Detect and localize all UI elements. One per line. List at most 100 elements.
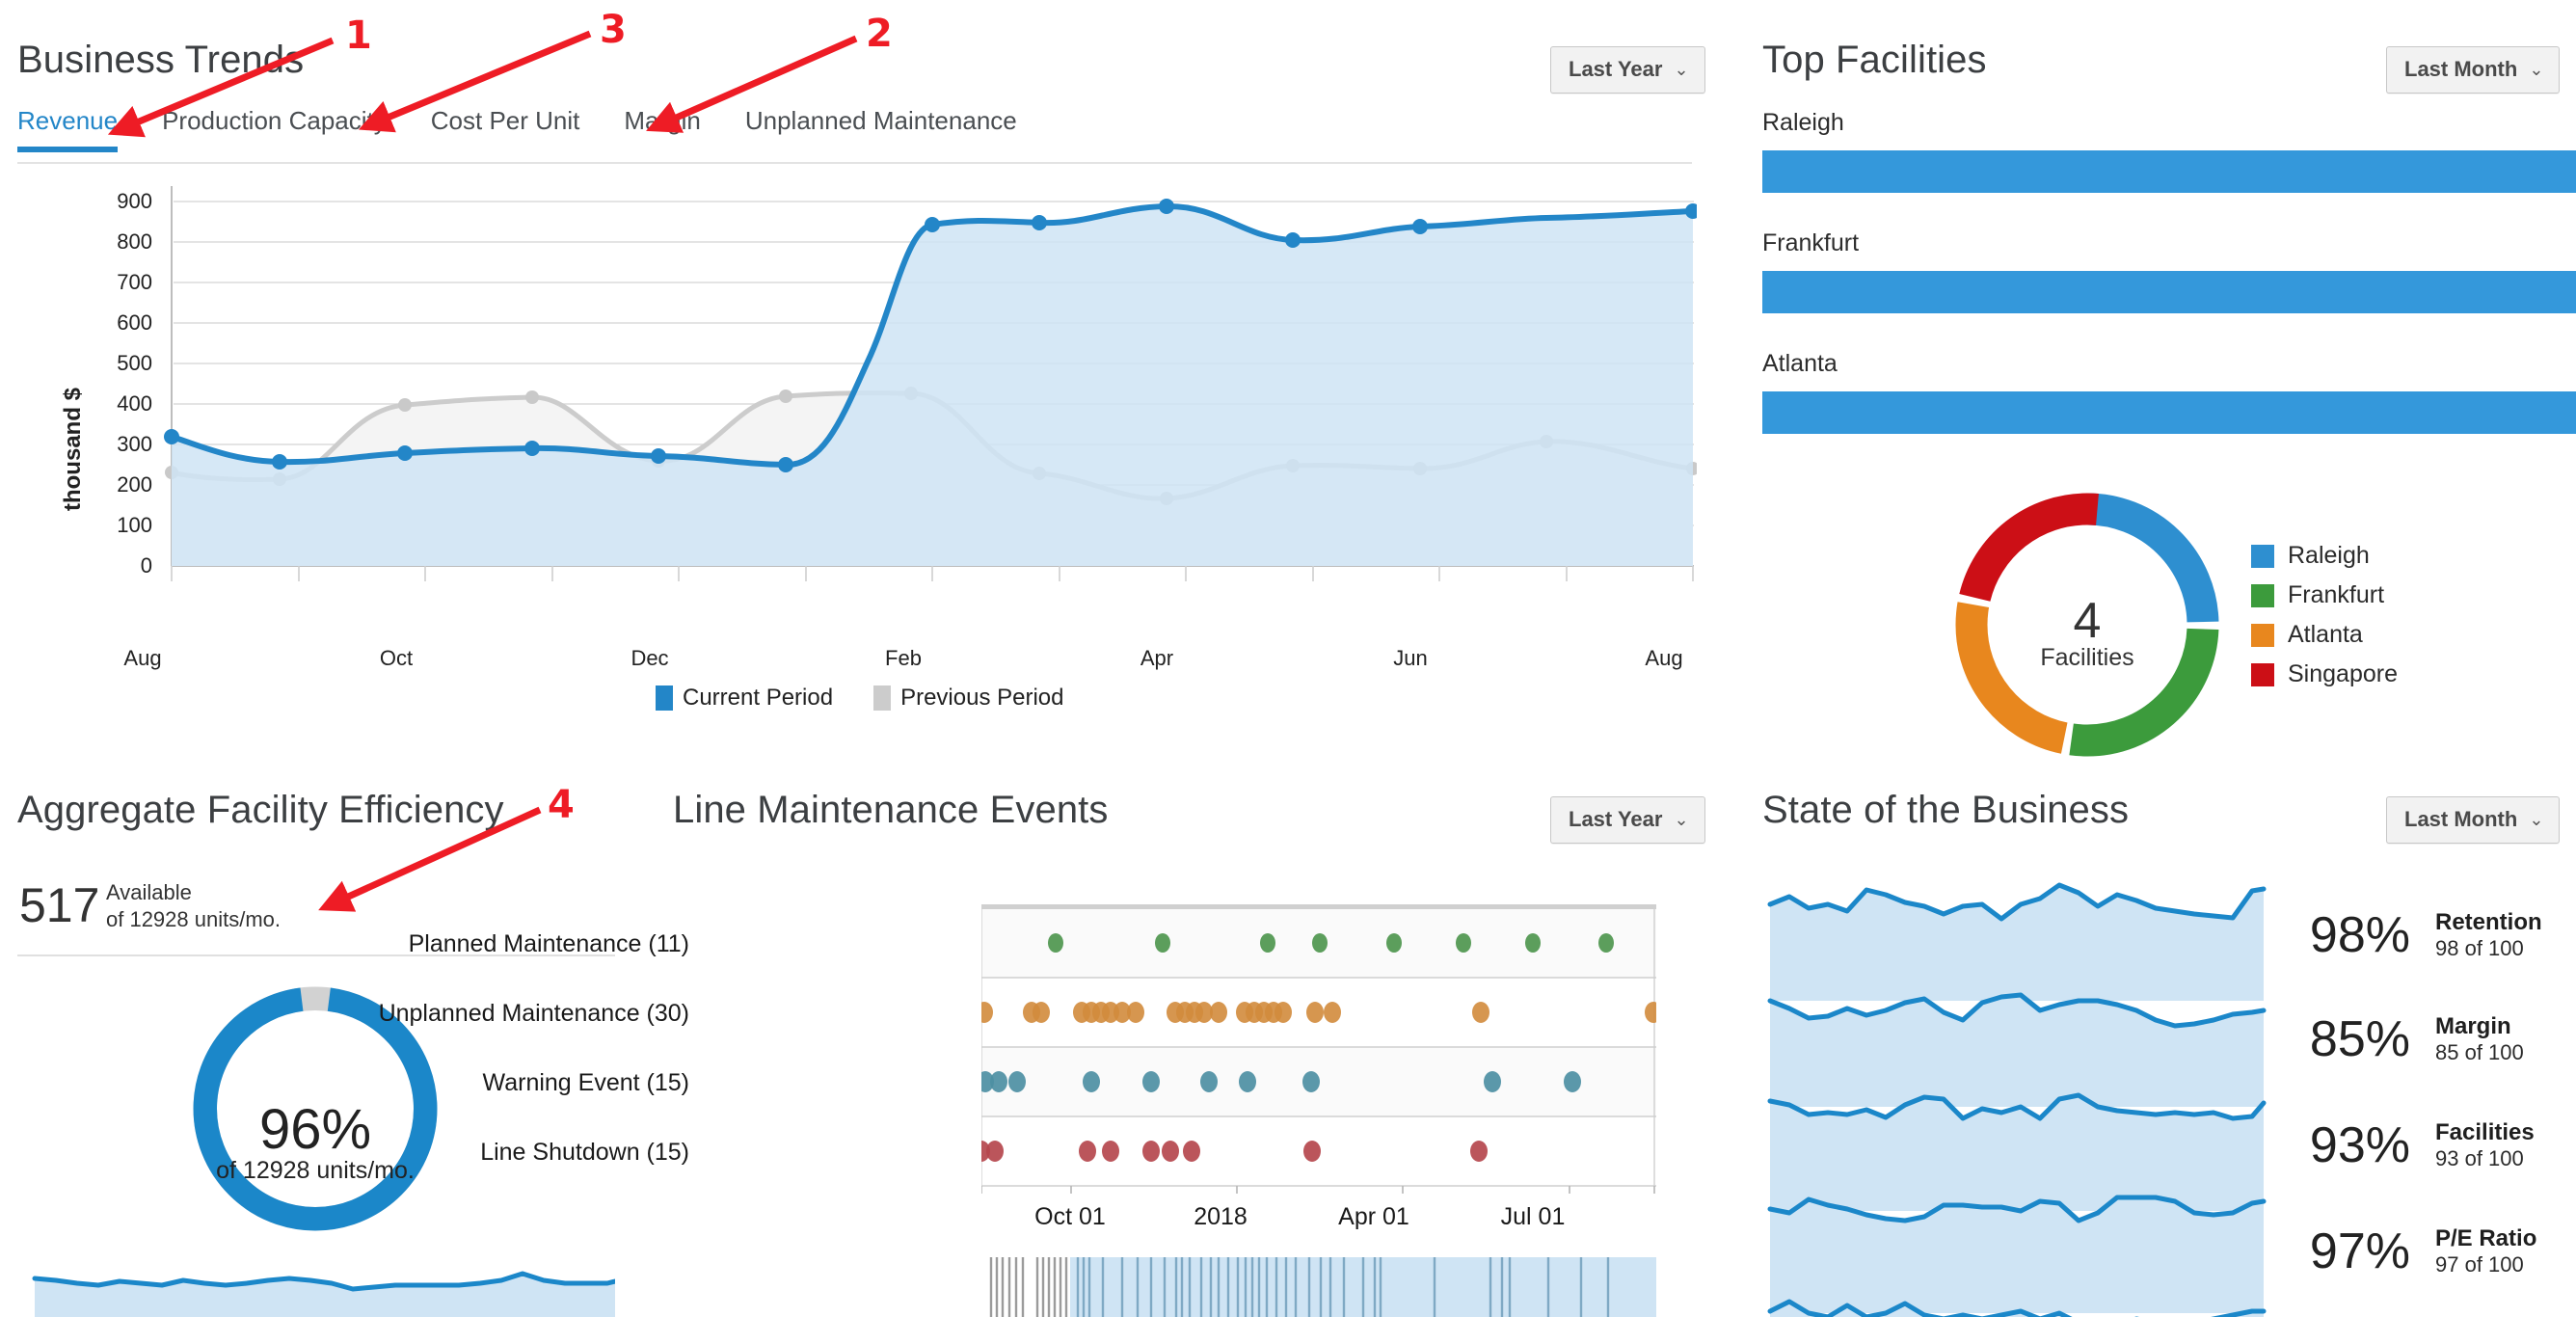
tab-unplanned-maintenance-label: Unplanned Maintenance [744, 106, 1017, 135]
donut-center-count: 4 [2073, 593, 2102, 649]
business-trends-period-dropdown[interactable]: Last Year ⌄ [1550, 46, 1705, 94]
sob-name-retention: Retention [2435, 909, 2542, 935]
sob-meta-pe-ratio: P/E Ratio 97 of 100 [2435, 1225, 2536, 1277]
x-tick-dec: Dec [631, 646, 669, 670]
efficiency-sparkline [32, 1271, 615, 1317]
y-tick-300: 300 [117, 432, 152, 456]
annotation-label-3: 3 [600, 8, 627, 52]
donut-legend-swatch-raleigh [2251, 544, 2274, 568]
aggregate-available-number: 517 [19, 878, 100, 932]
x-tick-oct: Oct [379, 646, 414, 670]
chevron-down-icon: ⌄ [2529, 60, 2544, 79]
facility-row-raleigh[interactable]: Raleigh 98% Used [1762, 109, 2576, 193]
sob-name-margin: Margin [2435, 1013, 2511, 1039]
x-tick-aug-end: Aug [1645, 646, 1683, 670]
facility-bar-fill [1762, 271, 2576, 313]
donut-legend-label-singapore: Singapore [2288, 660, 2398, 687]
sob-row-retention[interactable]: 98% Retention 98 of 100 [2266, 906, 2542, 964]
sob-pct-facilities: 93% [2309, 1117, 2410, 1173]
legend-item-previous-period[interactable]: Previous Period [873, 685, 1064, 712]
lm-x-tick-oct-01: Oct 01 [1034, 1203, 1106, 1230]
tab-cost-per-unit-label: Cost Per Unit [430, 106, 580, 135]
facility-bar-fill [1762, 150, 2576, 193]
tabs-divider [17, 162, 1692, 164]
business-trends-panel: Business Trends [17, 39, 304, 82]
sob-meta-facilities: Facilities 93 of 100 [2435, 1119, 2535, 1171]
facility-row-atlanta[interactable]: Atlanta 92% Used [1762, 350, 2576, 434]
donut-legend-label-raleigh: Raleigh [2288, 542, 2370, 569]
lm-category-planned-maintenance: Planned Maintenance (11) [408, 930, 689, 957]
sob-row-pe-ratio[interactable]: 97% P/E Ratio 97 of 100 [2266, 1223, 2536, 1280]
line-maintenance-period-label: Last Year [1569, 807, 1663, 831]
line-maintenance-panel: Line Maintenance Events [673, 789, 1108, 832]
donut-legend-item-raleigh[interactable]: Raleigh [2251, 542, 2398, 570]
dashboard-root: Business Trends Last Year ⌄ Revenue Prod… [0, 0, 2576, 1317]
y-tick-500: 500 [117, 351, 152, 375]
aggregate-available-label: Available [106, 880, 192, 904]
top-facilities-period-dropdown[interactable]: Last Month ⌄ [2386, 46, 2561, 94]
legend-label-current: Current Period [683, 685, 834, 711]
top-facilities-period-label: Last Month [2404, 57, 2518, 81]
x-tick-aug-start: Aug [123, 646, 162, 670]
facility-name: Frankfurt [1762, 229, 1860, 256]
donut-legend-swatch-frankfurt [2251, 583, 2274, 607]
sob-row-facilities[interactable]: 93% Facilities 93 of 100 [2266, 1116, 2535, 1174]
donut-legend-swatch-singapore [2251, 662, 2274, 686]
state-of-business-period-label: Last Month [2404, 807, 2518, 831]
sob-name-facilities: Facilities [2435, 1119, 2535, 1145]
x-tick-apr: Apr [1140, 646, 1174, 670]
revenue-area-chart [164, 186, 1697, 581]
state-of-business-title: State of the Business [1762, 789, 2130, 831]
facility-name: Atlanta [1762, 350, 1838, 377]
facility-header: Frankfurt 96% Used [1762, 229, 2576, 257]
tab-production-capacity[interactable]: Production Capacity [162, 106, 387, 149]
chevron-down-icon: ⌄ [1674, 60, 1689, 79]
business-trends-period-label: Last Year [1569, 57, 1663, 81]
top-facilities-title: Top Facilities [1762, 39, 1987, 81]
donut-legend-label-atlanta: Atlanta [2288, 621, 2363, 648]
facility-row-frankfurt[interactable]: Frankfurt 96% Used [1762, 229, 2576, 313]
legend-item-current-period[interactable]: Current Period [656, 685, 833, 712]
tab-revenue[interactable]: Revenue [17, 106, 119, 152]
sob-row-margin[interactable]: 85% Margin 85 of 100 [2266, 1010, 2524, 1068]
tab-margin[interactable]: Margin [624, 106, 700, 149]
facility-header: Atlanta 92% Used [1762, 350, 2576, 378]
line-maintenance-range-selector[interactable] [981, 1253, 1656, 1317]
lm-category-unplanned-maintenance: Unplanned Maintenance (30) [378, 1000, 689, 1027]
chart-x-ticks [171, 566, 1694, 581]
y-tick-700: 700 [117, 270, 152, 294]
annotation-label-1: 1 [345, 13, 372, 58]
sob-of-margin: 85 of 100 [2435, 1039, 2524, 1064]
y-tick-800: 800 [117, 229, 152, 254]
aggregate-available-text: Available of 12928 units/mo. [106, 879, 281, 932]
tab-unplanned-maintenance[interactable]: Unplanned Maintenance [745, 106, 1017, 149]
tab-production-capacity-label: Production Capacity [162, 106, 387, 135]
legend-swatch-current [656, 685, 673, 711]
lm-top-band [981, 904, 1656, 909]
x-tick-jun: Jun [1393, 646, 1428, 670]
donut-legend-item-frankfurt[interactable]: Frankfurt [2251, 581, 2398, 609]
range-ticks-unselected [989, 1257, 1068, 1317]
facility-bar-fill [1762, 391, 2576, 434]
legend-swatch-previous [873, 685, 892, 711]
business-trends-legend: Current Period Previous Period [656, 685, 1093, 712]
lm-category-line-shutdown: Line Shutdown (15) [480, 1139, 689, 1166]
tab-cost-per-unit[interactable]: Cost Per Unit [431, 106, 580, 149]
donut-legend-item-singapore[interactable]: Singapore [2251, 660, 2398, 688]
business-trends-tabs: Revenue Production Capacity Cost Per Uni… [17, 106, 1061, 152]
tab-revenue-label: Revenue [17, 106, 119, 135]
donut-legend-item-atlanta[interactable]: Atlanta [2251, 621, 2398, 649]
facility-header: Raleigh 98% Used [1762, 109, 2576, 137]
donut-center-label: Facilities [2040, 644, 2134, 671]
sob-meta-retention: Retention 98 of 100 [2435, 909, 2542, 961]
state-of-business-period-dropdown[interactable]: Last Month ⌄ [2386, 796, 2561, 844]
facility-bar-track [1762, 150, 2576, 193]
line-maintenance-period-dropdown[interactable]: Last Year ⌄ [1550, 796, 1705, 844]
sob-pct-retention: 98% [2309, 907, 2410, 963]
line-maintenance-scatter [981, 904, 1656, 1194]
tab-margin-label: Margin [624, 106, 701, 135]
current-period-area [172, 205, 1693, 566]
facilities-donut-legend: Raleigh Frankfurt Atlanta Singapore [2251, 542, 2398, 700]
donut-legend-label-frankfurt: Frankfurt [2288, 581, 2385, 608]
legend-label-previous: Previous Period [900, 685, 1064, 711]
